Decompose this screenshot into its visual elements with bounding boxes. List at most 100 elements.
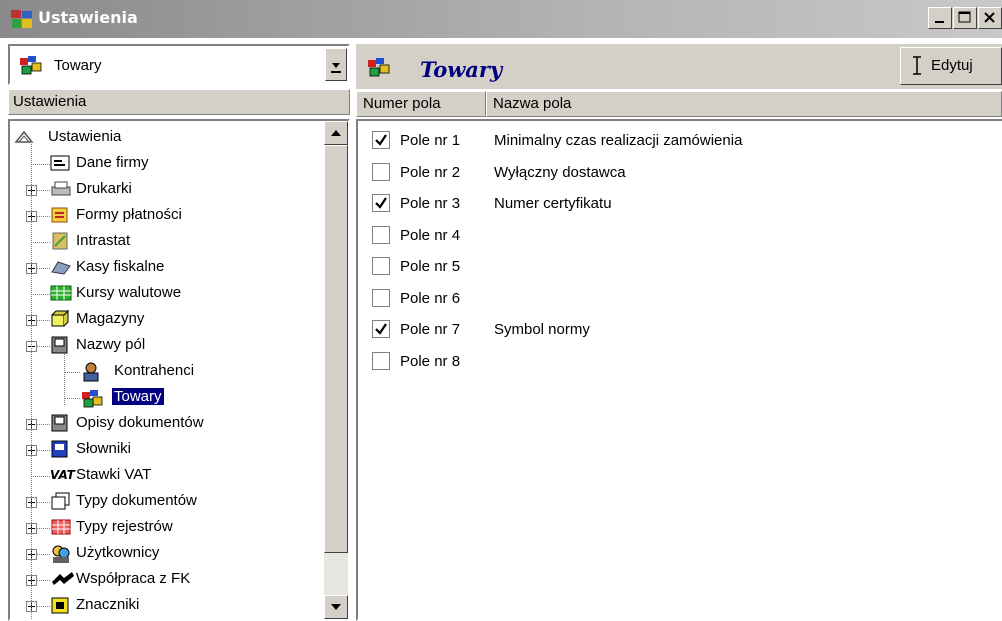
tree-item-label: Współpraca z FK xyxy=(76,570,191,587)
tree-item[interactable]: Kursy walutowe xyxy=(10,281,326,307)
printer-icon xyxy=(50,180,72,202)
field-names-icon xyxy=(50,336,70,358)
combobox-value: Towary xyxy=(54,57,102,74)
list-item[interactable]: Pole nr 7 Symbol normy xyxy=(358,316,998,342)
currency-grid-icon xyxy=(50,284,72,306)
close-button[interactable] xyxy=(978,7,1002,29)
tree-item[interactable]: Nazwy pól xyxy=(10,333,326,359)
tree-item-label: Towary xyxy=(112,388,164,405)
list-item[interactable]: Pole nr 5 xyxy=(358,253,998,279)
tree-item-label: Formy płatności xyxy=(76,206,182,223)
tree-item-label: Kontrahenci xyxy=(114,362,195,379)
maximize-button[interactable] xyxy=(953,7,977,29)
field-checkbox[interactable] xyxy=(372,194,390,212)
fields-list: Pole nr 1 Minimalny czas realizacji zamów… xyxy=(356,119,1002,621)
field-name: Minimalny czas realizacji zamówienia xyxy=(494,132,743,149)
edit-button[interactable]: Edytuj xyxy=(900,47,1002,85)
scroll-thumb[interactable] xyxy=(324,145,348,553)
tree-item[interactable]: Towary xyxy=(10,385,326,411)
tree-item-label: Kursy walutowe xyxy=(76,284,182,301)
cash-register-icon xyxy=(50,258,72,280)
vat-icon: VAT xyxy=(50,466,76,486)
intrastat-icon xyxy=(50,232,70,254)
field-name: Symbol normy xyxy=(494,321,590,338)
scroll-up-button[interactable] xyxy=(324,121,348,145)
tree-item[interactable]: Kontrahenci xyxy=(10,359,326,385)
list-item[interactable]: Pole nr 1 Minimalny czas realizacji zamów… xyxy=(358,127,998,153)
field-name: Wyłączny dostawca xyxy=(494,163,626,181)
tree-item-label: Drukarki xyxy=(76,180,132,197)
dictionary-icon xyxy=(50,440,70,462)
list-item[interactable]: Pole nr 4 xyxy=(358,222,998,248)
tree-item[interactable]: Znaczniki xyxy=(10,593,326,619)
tree-item[interactable]: Intrastat xyxy=(10,229,326,255)
tree-item[interactable]: Typy dokumentów xyxy=(10,489,326,515)
list-item[interactable]: Pole nr 8 xyxy=(358,348,998,374)
field-checkbox[interactable] xyxy=(372,320,390,338)
document-types-icon xyxy=(50,492,72,514)
tree-connector-line xyxy=(31,242,50,243)
field-checkbox[interactable] xyxy=(372,288,390,307)
window-title: Ustawienia xyxy=(38,8,138,27)
column-header-name[interactable]: Nazwa pola xyxy=(486,91,1002,117)
goods-icon xyxy=(18,54,44,80)
field-number: Pole nr 1 xyxy=(400,132,461,149)
document-desc-icon xyxy=(50,414,70,436)
tree-item-label: Magazyny xyxy=(76,310,145,327)
tree-item-label: Dane firmy xyxy=(76,154,149,171)
tree-connector-line xyxy=(64,372,80,373)
tree-item[interactable]: Typy rejestrów xyxy=(10,515,326,541)
tree-item-label: Znaczniki xyxy=(76,596,140,613)
company-card-icon xyxy=(50,154,70,176)
vertical-scrollbar[interactable] xyxy=(324,121,348,619)
field-number: Pole nr 2 xyxy=(400,163,461,181)
tree-item-label: Stawki VAT xyxy=(76,466,152,483)
goods-icon xyxy=(80,388,104,412)
tree-item-label: Nazwy pól xyxy=(76,336,146,353)
tree-item[interactable]: Użytkownicy xyxy=(10,541,326,567)
scroll-down-button[interactable] xyxy=(324,595,348,619)
tree-connector-line xyxy=(31,141,32,619)
fk-cooperation-icon xyxy=(50,570,76,590)
settings-tree: Ustawienia Dane firmy Drukarki Formy płatno… xyxy=(8,119,350,621)
field-checkbox[interactable] xyxy=(372,257,390,275)
field-number: Pole nr 3 xyxy=(400,195,461,212)
tree-item[interactable]: Współpraca z FK xyxy=(10,567,326,593)
tree-item[interactable]: Opisy dokumentów xyxy=(10,411,326,437)
field-checkbox[interactable] xyxy=(372,351,390,370)
tree-item[interactable]: Formy płatności xyxy=(10,203,326,229)
tree-item-label: Typy rejestrów xyxy=(76,518,173,535)
category-combobox[interactable]: Towary xyxy=(8,44,350,85)
tree-item-label: Intrastat xyxy=(76,232,131,249)
tree-connector-line xyxy=(31,476,50,477)
warehouse-icon xyxy=(50,309,70,332)
list-item[interactable]: Pole nr 6 xyxy=(358,285,998,311)
field-number: Pole nr 8 xyxy=(400,352,461,370)
field-number: Pole nr 5 xyxy=(400,258,461,275)
field-checkbox[interactable] xyxy=(372,225,390,244)
field-checkbox[interactable] xyxy=(372,162,390,181)
tree-item[interactable]: Ustawienia xyxy=(10,125,326,151)
tree-item[interactable]: Kasy fiskalne xyxy=(10,255,326,281)
minimize-button[interactable] xyxy=(928,7,952,29)
content-toolbar: Towary Edytuj xyxy=(356,44,1002,89)
users-icon xyxy=(50,544,72,568)
tree-connector-line xyxy=(31,294,50,295)
list-item[interactable]: Pole nr 2 Wyłączny dostawca xyxy=(358,159,998,185)
field-number: Pole nr 7 xyxy=(400,321,461,338)
tree-item[interactable]: VAT Stawki VAT xyxy=(10,463,326,489)
field-number: Pole nr 4 xyxy=(400,226,461,244)
field-checkbox[interactable] xyxy=(372,131,390,149)
right-panel: Towary Edytuj Numer pola Nazwa pola Pole… xyxy=(356,44,1002,621)
column-header-number[interactable]: Numer pola xyxy=(356,91,486,117)
tree-item[interactable]: Dane firmy xyxy=(10,151,326,177)
dropdown-button[interactable] xyxy=(325,48,347,81)
tree-item[interactable]: Drukarki xyxy=(10,177,326,203)
payment-icon xyxy=(50,206,70,228)
tree-item[interactable]: Magazyny xyxy=(10,307,326,333)
register-types-icon xyxy=(50,518,72,540)
list-item[interactable]: Pole nr 3 Numer certyfikatu xyxy=(358,190,998,216)
left-panel: Towary Ustawienia Ustawienia Dane firmy Dr… xyxy=(8,44,350,621)
tree-item[interactable]: Słowniki xyxy=(10,437,326,463)
markers-icon xyxy=(50,596,70,618)
